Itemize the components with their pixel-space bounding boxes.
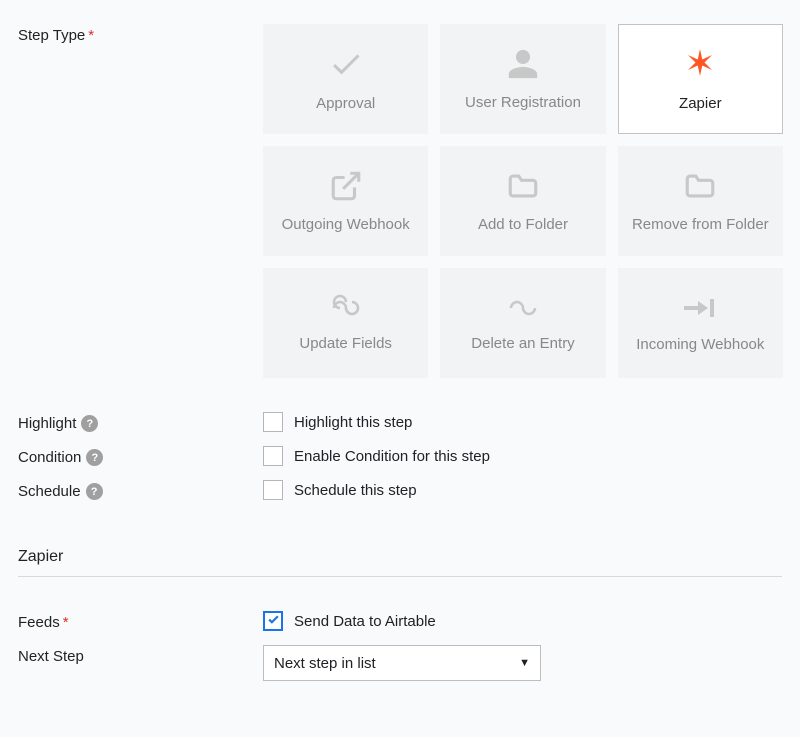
- folder-icon: [506, 169, 540, 206]
- tile-label: Approval: [316, 95, 375, 112]
- step-type-remove-folder[interactable]: Remove from Folder: [618, 146, 783, 256]
- step-type-zapier[interactable]: Zapier: [618, 24, 783, 134]
- highlight-label: Highlight ?: [18, 412, 263, 432]
- step-type-label: Step Type*: [18, 24, 263, 44]
- step-type-update-fields[interactable]: Update Fields: [263, 268, 428, 378]
- condition-label: Condition ?: [18, 446, 263, 466]
- schedule-checkbox[interactable]: [263, 480, 283, 500]
- external-link-icon: [329, 169, 363, 206]
- tile-label: Add to Folder: [478, 216, 568, 233]
- help-icon[interactable]: ?: [81, 415, 98, 432]
- highlight-option-text: Highlight this step: [294, 414, 412, 431]
- chevron-down-icon: ▼: [519, 657, 530, 669]
- schedule-label: Schedule ?: [18, 480, 263, 500]
- help-icon[interactable]: ?: [86, 449, 103, 466]
- folder-icon: [683, 169, 717, 206]
- tile-label: Zapier: [679, 95, 722, 112]
- schedule-option-text: Schedule this step: [294, 482, 417, 499]
- link-icon: [326, 294, 366, 325]
- help-icon[interactable]: ?: [86, 483, 103, 500]
- tile-label: Delete an Entry: [471, 335, 574, 352]
- step-type-add-folder[interactable]: Add to Folder: [440, 146, 605, 256]
- condition-option-text: Enable Condition for this step: [294, 448, 490, 465]
- step-type-outgoing-webhook[interactable]: Outgoing Webhook: [263, 146, 428, 256]
- feeds-label: Feeds*: [18, 611, 263, 631]
- tile-label: Update Fields: [299, 335, 392, 352]
- next-step-value: Next step in list: [274, 655, 376, 672]
- step-type-incoming-webhook[interactable]: Incoming Webhook: [618, 268, 783, 378]
- check-icon: [328, 46, 364, 85]
- feeds-checkbox[interactable]: [263, 611, 283, 631]
- next-step-select[interactable]: Next step in list ▼: [263, 645, 541, 681]
- asterisk-icon: [682, 46, 718, 85]
- user-icon: [506, 47, 540, 84]
- highlight-checkbox[interactable]: [263, 412, 283, 432]
- arrow-in-icon: [682, 293, 718, 326]
- next-step-label: Next Step: [18, 645, 263, 665]
- zapier-section-title: Zapier: [18, 548, 782, 577]
- tile-label: Incoming Webhook: [636, 336, 764, 353]
- condition-checkbox[interactable]: [263, 446, 283, 466]
- step-type-user-registration[interactable]: User Registration: [440, 24, 605, 134]
- tile-label: Outgoing Webhook: [282, 216, 410, 233]
- feeds-option-text: Send Data to Airtable: [294, 613, 436, 630]
- link-icon: [503, 294, 543, 325]
- checkmark-icon: [267, 613, 280, 630]
- step-type-approval[interactable]: Approval: [263, 24, 428, 134]
- step-type-delete-entry[interactable]: Delete an Entry: [440, 268, 605, 378]
- tile-label: User Registration: [465, 94, 581, 111]
- tile-label: Remove from Folder: [632, 216, 769, 233]
- step-type-grid: Approval User Registration Zapier Outgoi…: [263, 24, 783, 378]
